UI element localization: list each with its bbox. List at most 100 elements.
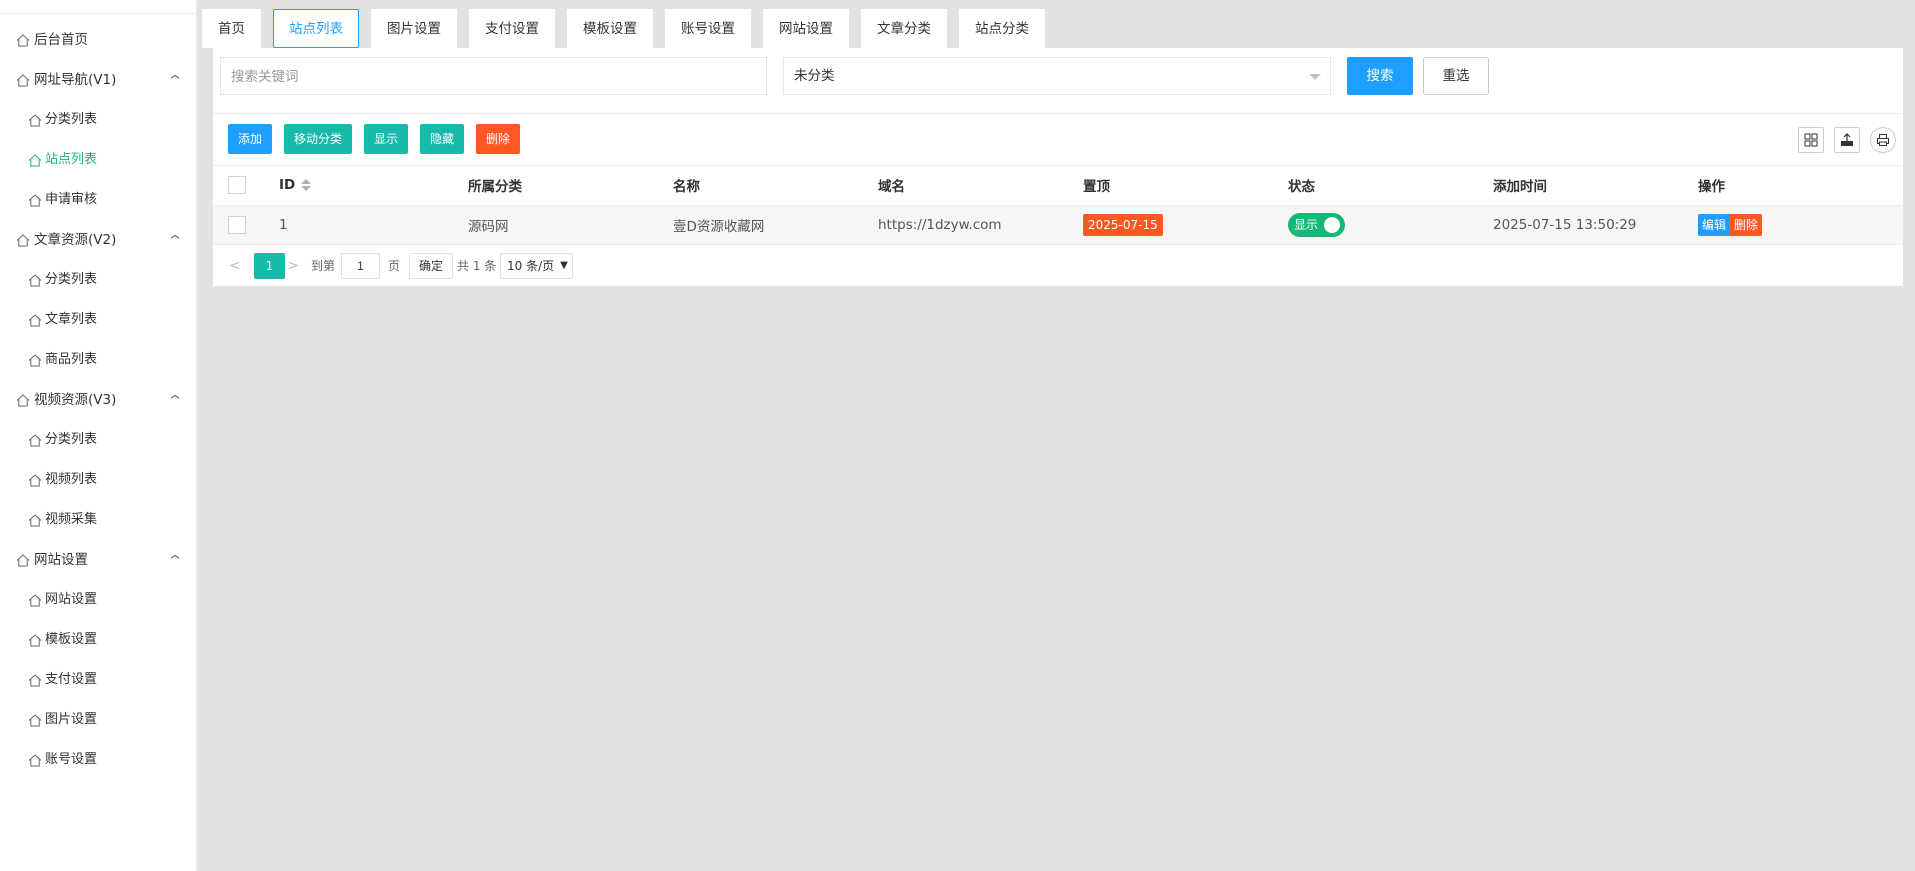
cell-domain: https://1dzyw.com (878, 205, 1083, 245)
sidebar-item-label: 分类列表 (45, 272, 98, 287)
page-size-value: 10 条/页 (507, 258, 555, 273)
sidebar-item-label: 视频列表 (45, 472, 98, 487)
sidebar-group-nav-v1[interactable]: 网址导航(V1) ^ (0, 60, 196, 100)
print-icon[interactable] (1870, 127, 1896, 153)
sidebar-item-category-list[interactable]: 分类列表 (0, 100, 196, 140)
category-select-value: 未分类 (794, 68, 835, 84)
delete-button[interactable]: 删除 (476, 124, 521, 154)
show-button[interactable]: 显示 (364, 124, 409, 154)
main-area: 首页 站点列表 图片设置 支付设置 模板设置 账号设置 网站设置 文章分类 站点… (197, 0, 1915, 871)
sidebar-item-label: 模板设置 (45, 632, 98, 647)
home-icon (28, 473, 42, 487)
goto-confirm-button[interactable]: 确定 (409, 252, 454, 279)
tab-site-category[interactable]: 站点分类 (959, 9, 1045, 48)
sidebar-item-label: 账号设置 (45, 752, 98, 767)
col-header-id[interactable]: ID (263, 166, 468, 206)
home-icon (28, 633, 42, 647)
status-toggle-label: 显示 (1294, 217, 1319, 232)
export-icon[interactable] (1834, 127, 1860, 153)
sidebar: 后台首页 网址导航(V1) ^ 分类列表 站点列表 申请审核 文章资源(V2) … (0, 0, 197, 871)
sidebar-item-site-settings[interactable]: 网站设置 (0, 580, 196, 620)
prev-page-icon[interactable]: < (225, 253, 245, 279)
sidebar-item-template-settings[interactable]: 模板设置 (0, 620, 196, 660)
tab-image-settings[interactable]: 图片设置 (371, 9, 457, 48)
sidebar-item-product-list[interactable]: 商品列表 (0, 340, 196, 380)
search-button[interactable]: 搜索 (1347, 57, 1413, 95)
sidebar-group-label: 文章资源(V2) (34, 232, 117, 248)
caret-down-icon (1309, 74, 1321, 80)
chevron-up-icon[interactable]: ^ (168, 380, 181, 420)
sidebar-group-video-v3[interactable]: 视频资源(V3) ^ (0, 380, 196, 420)
table-row: 1 源码网 壹D资源收藏网 https://1dzyw.com 2025-07-… (213, 205, 1903, 245)
home-icon (16, 233, 30, 247)
cell-ops: 编辑 删除 (1698, 205, 1903, 245)
sidebar-group-label: 后台首页 (34, 32, 88, 48)
chevron-up-icon[interactable]: ^ (168, 220, 181, 260)
cell-status: 显示 (1288, 205, 1493, 245)
sidebar-item-video-list[interactable]: 视频列表 (0, 460, 196, 500)
tab-home[interactable]: 首页 (202, 9, 261, 48)
page-current[interactable]: 1 (254, 252, 285, 279)
cell-added: 2025-07-15 13:50:29 (1493, 205, 1698, 245)
sort-icon[interactable] (301, 179, 312, 192)
pin-date-badge[interactable]: 2025-07-15 (1083, 213, 1163, 236)
sidebar-item-application-review[interactable]: 申请审核 (0, 180, 196, 220)
home-icon (28, 313, 42, 327)
col-header-pin: 置顶 (1083, 166, 1288, 206)
category-select[interactable]: 未分类 (783, 57, 1331, 95)
edit-button[interactable]: 编辑 (1698, 213, 1731, 236)
chevron-up-icon[interactable]: ^ (168, 540, 181, 580)
home-icon (28, 593, 42, 607)
sidebar-item-label: 支付设置 (45, 672, 98, 687)
home-icon (28, 353, 42, 367)
tab-account-settings[interactable]: 账号设置 (665, 9, 751, 48)
sidebar-item-label: 网站设置 (45, 592, 98, 607)
add-button[interactable]: 添加 (228, 124, 273, 154)
tab-payment-settings[interactable]: 支付设置 (469, 9, 555, 48)
sidebar-group-site-settings[interactable]: 网站设置 ^ (0, 540, 196, 580)
sidebar-item-label: 分类列表 (45, 432, 98, 447)
cell-name: 壹D资源收藏网 (673, 205, 878, 245)
goto-page-input[interactable] (341, 252, 380, 279)
home-icon (16, 393, 30, 407)
columns-icon[interactable] (1798, 127, 1824, 153)
chevron-up-icon[interactable]: ^ (168, 60, 181, 100)
select-all-checkbox[interactable] (228, 176, 246, 195)
home-icon (28, 673, 42, 687)
sidebar-item-account-settings[interactable]: 账号设置 (0, 740, 196, 780)
home-icon (16, 553, 30, 567)
sidebar-top-divider (0, 0, 196, 14)
sidebar-item-video-collect[interactable]: 视频采集 (0, 500, 196, 540)
sidebar-item-dashboard[interactable]: 后台首页 (0, 20, 196, 60)
select-all-cell (213, 166, 263, 206)
sidebar-item-image-settings[interactable]: 图片设置 (0, 700, 196, 740)
pagination: < 1 > 到第 页 确定 共 1 条 10 条/页 ▼ (213, 245, 1903, 287)
row-delete-button[interactable]: 删除 (1730, 213, 1763, 236)
tab-template-settings[interactable]: 模板设置 (567, 9, 653, 48)
sidebar-item-label: 申请审核 (45, 192, 98, 207)
col-header-added: 添加时间 (1493, 166, 1698, 206)
col-header-ops: 操作 (1698, 166, 1903, 206)
home-icon (28, 433, 42, 447)
page-size-select[interactable]: 10 条/页 ▼ (500, 252, 573, 279)
status-toggle[interactable]: 显示 (1288, 212, 1345, 237)
tab-article-category[interactable]: 文章分类 (861, 9, 947, 48)
move-category-button[interactable]: 移动分类 (284, 124, 353, 154)
row-checkbox[interactable] (228, 215, 246, 234)
tab-site-settings[interactable]: 网站设置 (763, 9, 849, 48)
search-input[interactable] (220, 57, 767, 95)
hide-button[interactable]: 隐藏 (420, 124, 465, 154)
sidebar-item-article-list[interactable]: 文章列表 (0, 300, 196, 340)
sidebar-item-category-list[interactable]: 分类列表 (0, 420, 196, 460)
col-header-id-label: ID (279, 177, 296, 194)
reset-button[interactable]: 重选 (1423, 57, 1489, 95)
sidebar-group-articles-v2[interactable]: 文章资源(V2) ^ (0, 220, 196, 260)
home-icon (16, 73, 30, 87)
col-header-domain: 域名 (878, 166, 1083, 206)
sidebar-item-site-list[interactable]: 站点列表 (0, 140, 196, 180)
sidebar-item-label: 分类列表 (45, 112, 98, 127)
next-page-icon[interactable]: > (283, 253, 303, 279)
tab-site-list[interactable]: 站点列表 (273, 9, 359, 48)
sidebar-item-payment-settings[interactable]: 支付设置 (0, 660, 196, 700)
sidebar-item-category-list[interactable]: 分类列表 (0, 260, 196, 300)
